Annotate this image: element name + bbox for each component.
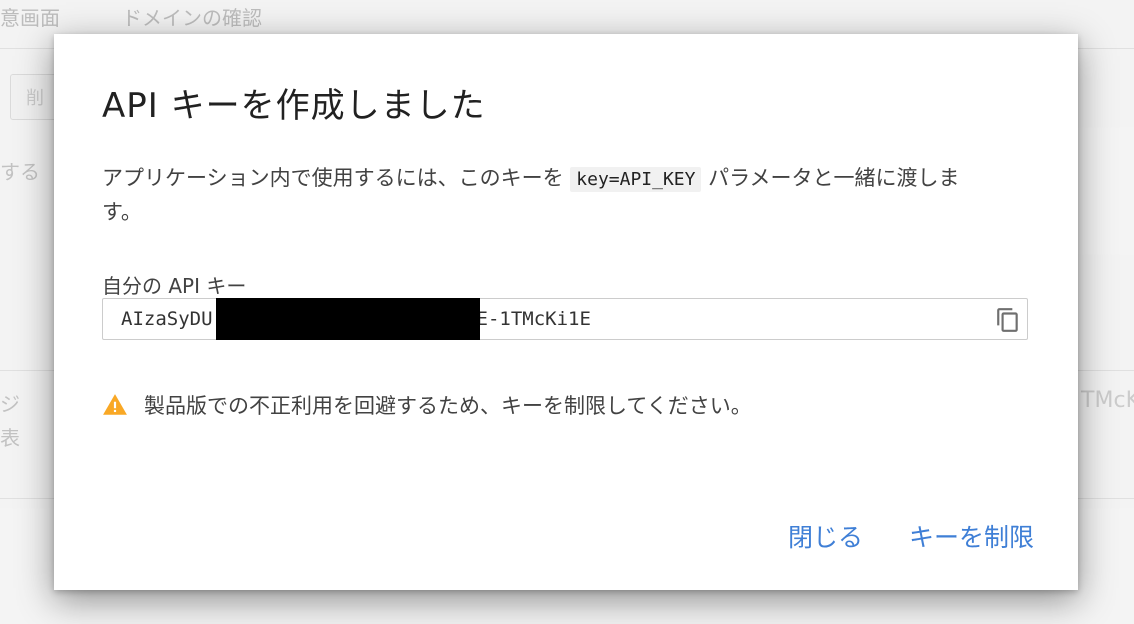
copy-icon[interactable] — [995, 307, 1021, 333]
api-key-created-dialog: API キーを作成しました アプリケーション内で使用するには、このキーを key… — [54, 34, 1078, 590]
warning-icon — [102, 392, 128, 418]
close-button[interactable]: 閉じる — [788, 518, 863, 554]
background-tab-consent: 意画面 — [0, 6, 60, 30]
warning-text: 製品版での不正利用を回避するため、キーを制限してください。 — [144, 394, 752, 418]
dialog-description: アプリケーション内で使用するには、このキーを key=API_KEY パラメータ… — [102, 162, 982, 229]
background-text: する — [0, 160, 40, 184]
api-key-end: E-1TMcKi1E — [476, 308, 591, 330]
redaction-bar — [216, 298, 480, 340]
api-key-start: AIzaSyDU — [121, 308, 213, 330]
background-delete-button: 削 — [26, 88, 44, 109]
background-key-fragment: TMcK — [1081, 388, 1134, 413]
background-row-text: ジ — [0, 392, 20, 416]
api-key-field[interactable]: AIzaSyDU E-1TMcKi1E — [102, 298, 1028, 340]
warning-message: 製品版での不正利用を回避するため、キーを制限してください。 — [102, 390, 752, 420]
key-param-code: key=API_KEY — [570, 167, 702, 192]
restrict-key-button[interactable]: キーを制限 — [909, 518, 1034, 554]
dialog-title: API キーを作成しました — [102, 86, 486, 126]
api-key-label: 自分の API キー — [102, 274, 247, 298]
background-row-text: 表 — [0, 426, 20, 450]
description-text: アプリケーション内で使用するには、このキーを — [102, 166, 564, 190]
background-tab-domain: ドメインの確認 — [122, 6, 262, 30]
dialog-actions: 閉じる キーを制限 — [788, 518, 1034, 554]
